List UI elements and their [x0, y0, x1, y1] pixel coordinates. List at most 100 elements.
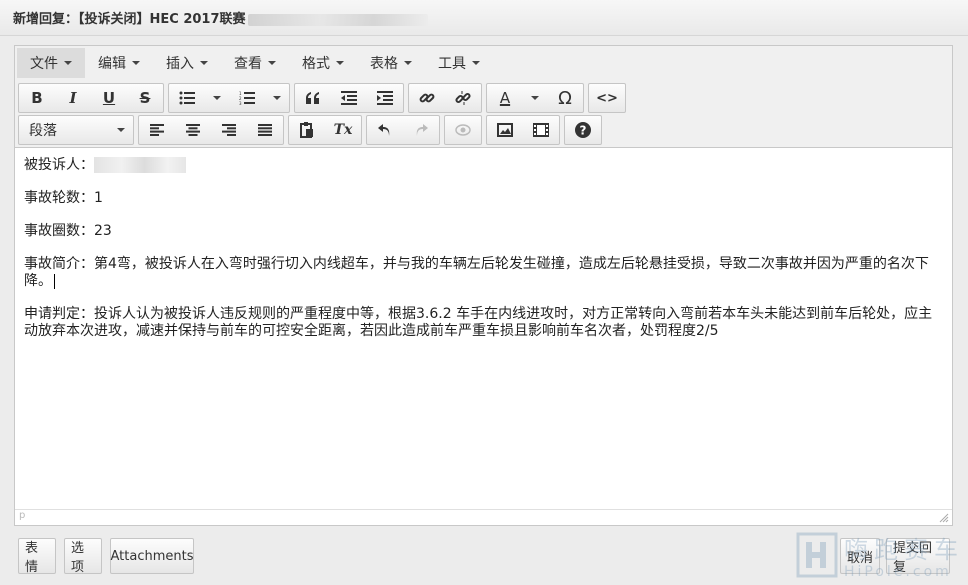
chevron-down-icon — [273, 96, 281, 100]
align-left-button[interactable] — [139, 116, 175, 144]
accident-lap-line: 事故轮数：1 — [24, 190, 943, 207]
menu-edit[interactable]: 编辑 — [85, 48, 153, 78]
undo-icon — [378, 124, 390, 136]
source-code-button[interactable]: <> — [589, 84, 625, 112]
block-format-select[interactable]: 段落 — [19, 116, 133, 144]
color-group: A Ω — [486, 83, 584, 113]
insert-media-button[interactable] — [523, 116, 559, 144]
options-button-label: 选项 — [71, 541, 85, 575]
underline-button[interactable]: U — [91, 84, 127, 112]
toolbar-row-2: 段落 Tx ? — [18, 115, 606, 145]
outdent-icon — [341, 91, 357, 105]
blockquote-button[interactable] — [295, 84, 331, 112]
image-icon — [497, 123, 513, 137]
submit-reply-button[interactable]: 提交回复 — [886, 538, 950, 575]
menu-file[interactable]: 文件 — [17, 48, 85, 78]
undo-button[interactable] — [367, 116, 403, 144]
film-icon — [533, 123, 549, 137]
menu-view-label: 查看 — [234, 56, 262, 72]
attachments-button[interactable]: Attachments — [110, 538, 194, 574]
menu-tools[interactable]: 工具 — [425, 48, 493, 78]
block-format-value: 段落 — [29, 123, 57, 139]
svg-text:3: 3 — [239, 101, 242, 105]
emoji-button[interactable]: 表情 — [18, 538, 56, 575]
chevron-down-icon — [404, 61, 412, 65]
strikethrough-icon: S — [139, 89, 151, 107]
menu-format-label: 格式 — [302, 56, 330, 72]
text-color-dropdown[interactable] — [523, 84, 547, 112]
bullet-list-dropdown[interactable] — [205, 84, 229, 112]
omega-icon: Ω — [558, 87, 572, 109]
numbered-list-dropdown[interactable] — [265, 84, 289, 112]
insert-image-button[interactable] — [487, 116, 523, 144]
outdent-button[interactable] — [331, 84, 367, 112]
bullet-list-icon — [179, 91, 195, 105]
accident-lap-label: 事故轮数： — [24, 190, 94, 206]
accident-circle-line: 事故圈数：23 — [24, 223, 943, 240]
insert-link-button[interactable] — [409, 84, 445, 112]
accident-circle-value: 23 — [94, 223, 112, 239]
code-group: <> — [588, 83, 626, 113]
cancel-button[interactable]: 取消 — [840, 538, 880, 574]
history-group — [366, 115, 440, 145]
menu-table[interactable]: 表格 — [357, 48, 425, 78]
indent-button[interactable] — [367, 84, 403, 112]
ruling-label: 申请判定： — [24, 306, 94, 322]
media-group — [486, 115, 560, 145]
help-button[interactable]: ? — [565, 116, 601, 144]
accident-lap-value: 1 — [94, 190, 103, 206]
emoji-button-label: 表情 — [25, 541, 39, 575]
chevron-down-icon — [117, 128, 125, 132]
list-group: 123 — [168, 83, 290, 113]
menu-tools-label: 工具 — [438, 56, 466, 72]
menu-insert[interactable]: 插入 — [153, 48, 221, 78]
editor-statusbar: p — [15, 509, 952, 525]
clear-formatting-button[interactable]: Tx — [325, 116, 361, 144]
code-icon: <> — [596, 90, 618, 106]
menu-edit-label: 编辑 — [98, 56, 126, 72]
ruling-text: 投诉人认为被投诉人违反规则的严重程度中等，根据3.6.2 车手在内线进攻时，对方… — [24, 306, 933, 339]
align-center-button[interactable] — [175, 116, 211, 144]
help-group: ? — [564, 115, 602, 145]
numbered-list-icon: 123 — [239, 91, 255, 105]
chevron-down-icon — [213, 96, 221, 100]
preview-button[interactable] — [445, 116, 481, 144]
options-button[interactable]: 选项 — [64, 538, 102, 575]
clear-format-icon: Tx — [333, 122, 353, 138]
block-group — [294, 83, 404, 113]
align-justify-icon — [258, 124, 272, 136]
chevron-down-icon — [64, 61, 72, 65]
special-character-button[interactable]: Ω — [547, 84, 583, 112]
bullet-list-button[interactable] — [169, 84, 205, 112]
link-group — [408, 83, 482, 113]
paste-group: Tx — [288, 115, 362, 145]
redo-button[interactable] — [403, 116, 439, 144]
ruling-paragraph: 申请判定：投诉人认为被投诉人违反规则的严重程度中等，根据3.6.2 车手在内线进… — [24, 306, 943, 340]
menu-view[interactable]: 查看 — [221, 48, 289, 78]
align-justify-button[interactable] — [247, 116, 283, 144]
strikethrough-button[interactable]: S — [127, 84, 163, 112]
numbered-list-button[interactable]: 123 — [229, 84, 265, 112]
redacted-respondent — [94, 157, 186, 173]
menu-format[interactable]: 格式 — [289, 48, 357, 78]
text-style-group: B I U S — [18, 83, 164, 113]
redo-icon — [416, 124, 428, 136]
redacted-title-area — [247, 13, 428, 26]
align-group — [138, 115, 284, 145]
remove-link-button[interactable] — [445, 84, 481, 112]
bold-button[interactable]: B — [19, 84, 55, 112]
quote-icon — [306, 92, 319, 104]
resize-grip-icon[interactable] — [939, 513, 949, 523]
window-title-text: 新增回复：【投诉关闭】HEC 2017联赛 — [13, 12, 246, 27]
summary-label: 事故简介： — [24, 256, 94, 272]
align-right-button[interactable] — [211, 116, 247, 144]
svg-text:?: ? — [580, 124, 587, 138]
text-color-button[interactable]: A — [487, 84, 523, 112]
chevron-down-icon — [336, 61, 344, 65]
italic-button[interactable]: I — [55, 84, 91, 112]
editor-content[interactable]: 被投诉人： 事故轮数：1 事故圈数：23 事故简介：第4弯，被投诉人在入弯时强行… — [15, 149, 952, 509]
paste-text-button[interactable] — [289, 116, 325, 144]
chevron-down-icon — [472, 61, 480, 65]
preview-group — [444, 115, 482, 145]
chevron-down-icon — [132, 61, 140, 65]
